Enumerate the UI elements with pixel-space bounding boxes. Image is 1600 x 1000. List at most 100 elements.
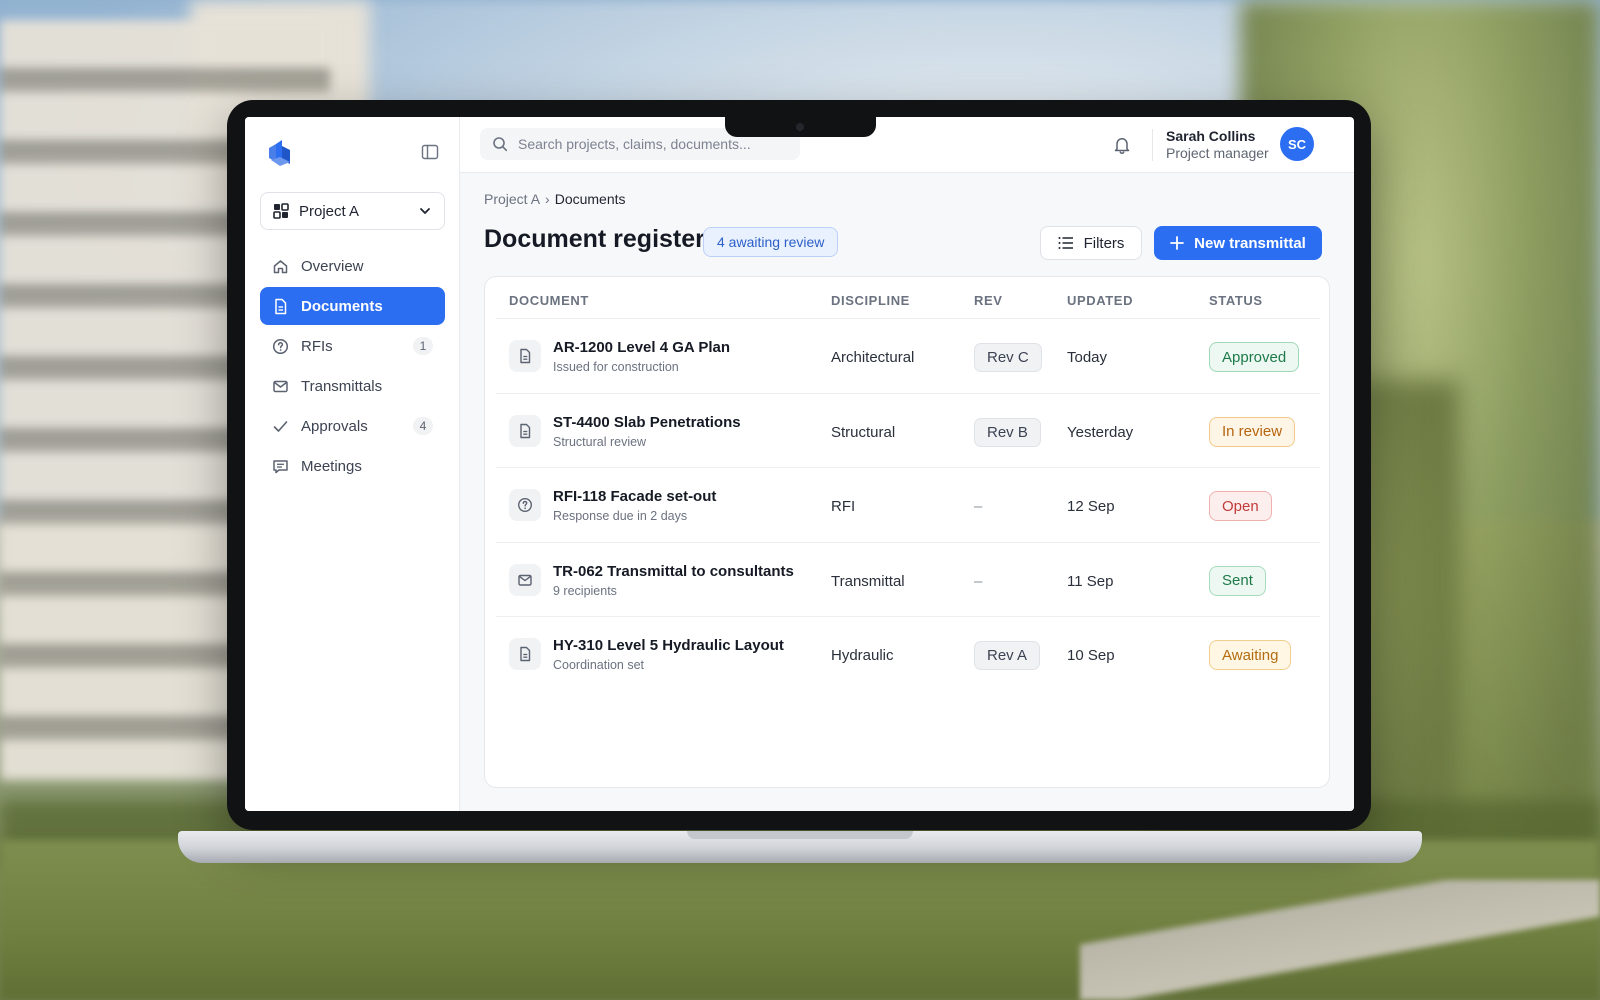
plus-icon [1170,236,1185,250]
laptop-hinge [687,831,913,839]
user-info[interactable]: Sarah Collins Project manager [1166,128,1276,161]
sidebar-item-meetings[interactable]: Meetings [260,447,445,485]
column-header-updated[interactable]: UPDATED [1067,293,1133,308]
sidebar-item-label: Documents [301,297,383,315]
revision-badge: – [974,572,983,590]
discipline-cell: Transmittal [831,572,905,590]
mail-icon [509,563,541,596]
header-divider [1152,129,1153,161]
mail-icon [273,380,288,392]
rfis-count-badge: 1 [413,337,433,355]
document-table: DOCUMENT DISCIPLINE REV UPDATED STATUS A… [484,276,1330,788]
approvals-count-badge: 4 [413,417,433,435]
new-transmittal-label: New transmittal [1194,234,1306,252]
document-subtitle: Issued for construction [553,360,679,374]
revision-badge: – [974,498,983,515]
sidebar-item-label: Transmittals [301,377,383,395]
sidebar-item-overview[interactable]: Overview [260,247,445,285]
document-title[interactable]: AR-1200 Level 4 GA Plan [553,339,730,356]
search-icon [493,137,508,152]
chevron-down-icon [420,208,430,214]
brand-logo-icon[interactable] [267,138,293,168]
document-icon [509,638,541,670]
document-icon [275,298,287,314]
discipline-cell: Architectural [831,349,915,366]
list-filter-icon [1058,237,1073,249]
sidebar-item-approvals[interactable]: Approvals 4 [260,407,445,445]
sidebar-nav: Overview Documents RFIs 1 Transmittals A… [260,247,445,487]
check-icon [273,420,288,432]
question-circle-icon [509,489,541,521]
sidebar-item-transmittals[interactable]: Transmittals [260,367,445,405]
project-selector[interactable]: Project A [260,192,445,230]
sidebar-item-label: Meetings [301,457,362,475]
document-subtitle: Structural review [553,434,647,449]
question-circle-icon [272,338,289,354]
search-input[interactable] [518,136,778,152]
sidebar-item-rfis[interactable]: RFIs 1 [260,327,445,365]
updated-cell: Yesterday [1067,423,1134,441]
table-row[interactable]: HY-310 Level 5 Hydraulic Layout Coordinat… [496,616,1320,690]
status-badge: Awaiting [1209,640,1292,670]
table-row[interactable]: ST-4400 Slab Penetrations Structural revi… [496,392,1320,467]
column-header-document[interactable]: DOCUMENT [509,293,589,308]
avatar[interactable]: SC [1280,127,1314,161]
revision-badge: Rev B [974,417,1041,447]
discipline-cell: Hydraulic [831,647,894,664]
breadcrumb: Project A › Documents [484,191,626,207]
revision-badge: Rev A [974,641,1041,670]
column-header-discipline[interactable]: DISCIPLINE [831,293,910,308]
table-row[interactable]: RFI-118 Facade set-out Response due in 2 … [496,467,1320,541]
document-subtitle: 9 recipients [553,583,617,598]
document-subtitle: Coordination set [553,658,645,672]
document-title[interactable]: HY-310 Level 5 Hydraulic Layout [553,637,784,654]
document-title[interactable]: RFI-118 Facade set-out [553,488,716,505]
filters-button[interactable]: Filters [1040,226,1142,260]
bell-icon[interactable] [1112,135,1132,155]
main-content: Project A › Documents Document register … [460,173,1354,811]
status-badge: Open [1209,491,1272,521]
user-name: Sarah Collins [1166,128,1256,144]
updated-cell: 12 Sep [1067,498,1115,515]
table-header: DOCUMENT DISCIPLINE REV UPDATED STATUS [485,277,1331,321]
document-icon [509,340,541,372]
project-selector-label: Project A [299,202,360,220]
sidebar-item-label: RFIs [301,337,333,355]
app-screen: Project A Overview Documents RFIs 1 Tran… [245,117,1354,811]
grid-icon [273,203,289,219]
sidebar-item-label: Approvals [301,417,368,435]
column-header-rev[interactable]: REV [974,293,1003,308]
top-header: Sarah Collins Project manager SC [460,117,1354,173]
updated-cell: Today [1067,349,1108,366]
new-transmittal-button[interactable]: New transmittal [1154,226,1322,260]
awaiting-review-badge[interactable]: 4 awaiting review [703,227,839,257]
discipline-cell: Structural [831,423,896,441]
filters-button-label: Filters [1083,234,1125,252]
status-badge: In review [1209,416,1296,447]
breadcrumb-separator: › [545,191,550,207]
sidebar-item-label: Overview [301,257,364,275]
user-role: Project manager [1166,145,1269,161]
revision-badge: Rev C [974,343,1042,372]
document-title[interactable]: TR-062 Transmittal to consultants [553,563,794,580]
breadcrumb-project[interactable]: Project A [484,191,540,207]
home-icon [273,259,288,273]
document-icon [509,414,541,447]
status-badge: Sent [1209,565,1266,596]
discipline-cell: RFI [831,498,856,515]
sidebar-toggle-icon[interactable] [421,143,439,161]
table-row[interactable]: AR-1200 Level 4 GA Plan Issued for constr… [496,318,1320,392]
sidebar: Project A Overview Documents RFIs 1 Tran… [245,117,460,811]
breadcrumb-current: Documents [554,191,626,207]
page-title: Document register [484,225,705,253]
document-subtitle: Response due in 2 days [553,509,688,523]
camera-notch [725,117,876,137]
document-title[interactable]: ST-4400 Slab Penetrations [553,414,741,431]
column-header-status[interactable]: STATUS [1209,293,1263,308]
chat-icon [273,459,288,473]
status-badge: Approved [1209,342,1300,372]
sidebar-item-documents[interactable]: Documents [260,287,445,325]
updated-cell: 10 Sep [1067,647,1115,664]
updated-cell: 11 Sep [1067,572,1114,590]
table-row[interactable]: TR-062 Transmittal to consultants 9 recip… [496,541,1320,616]
